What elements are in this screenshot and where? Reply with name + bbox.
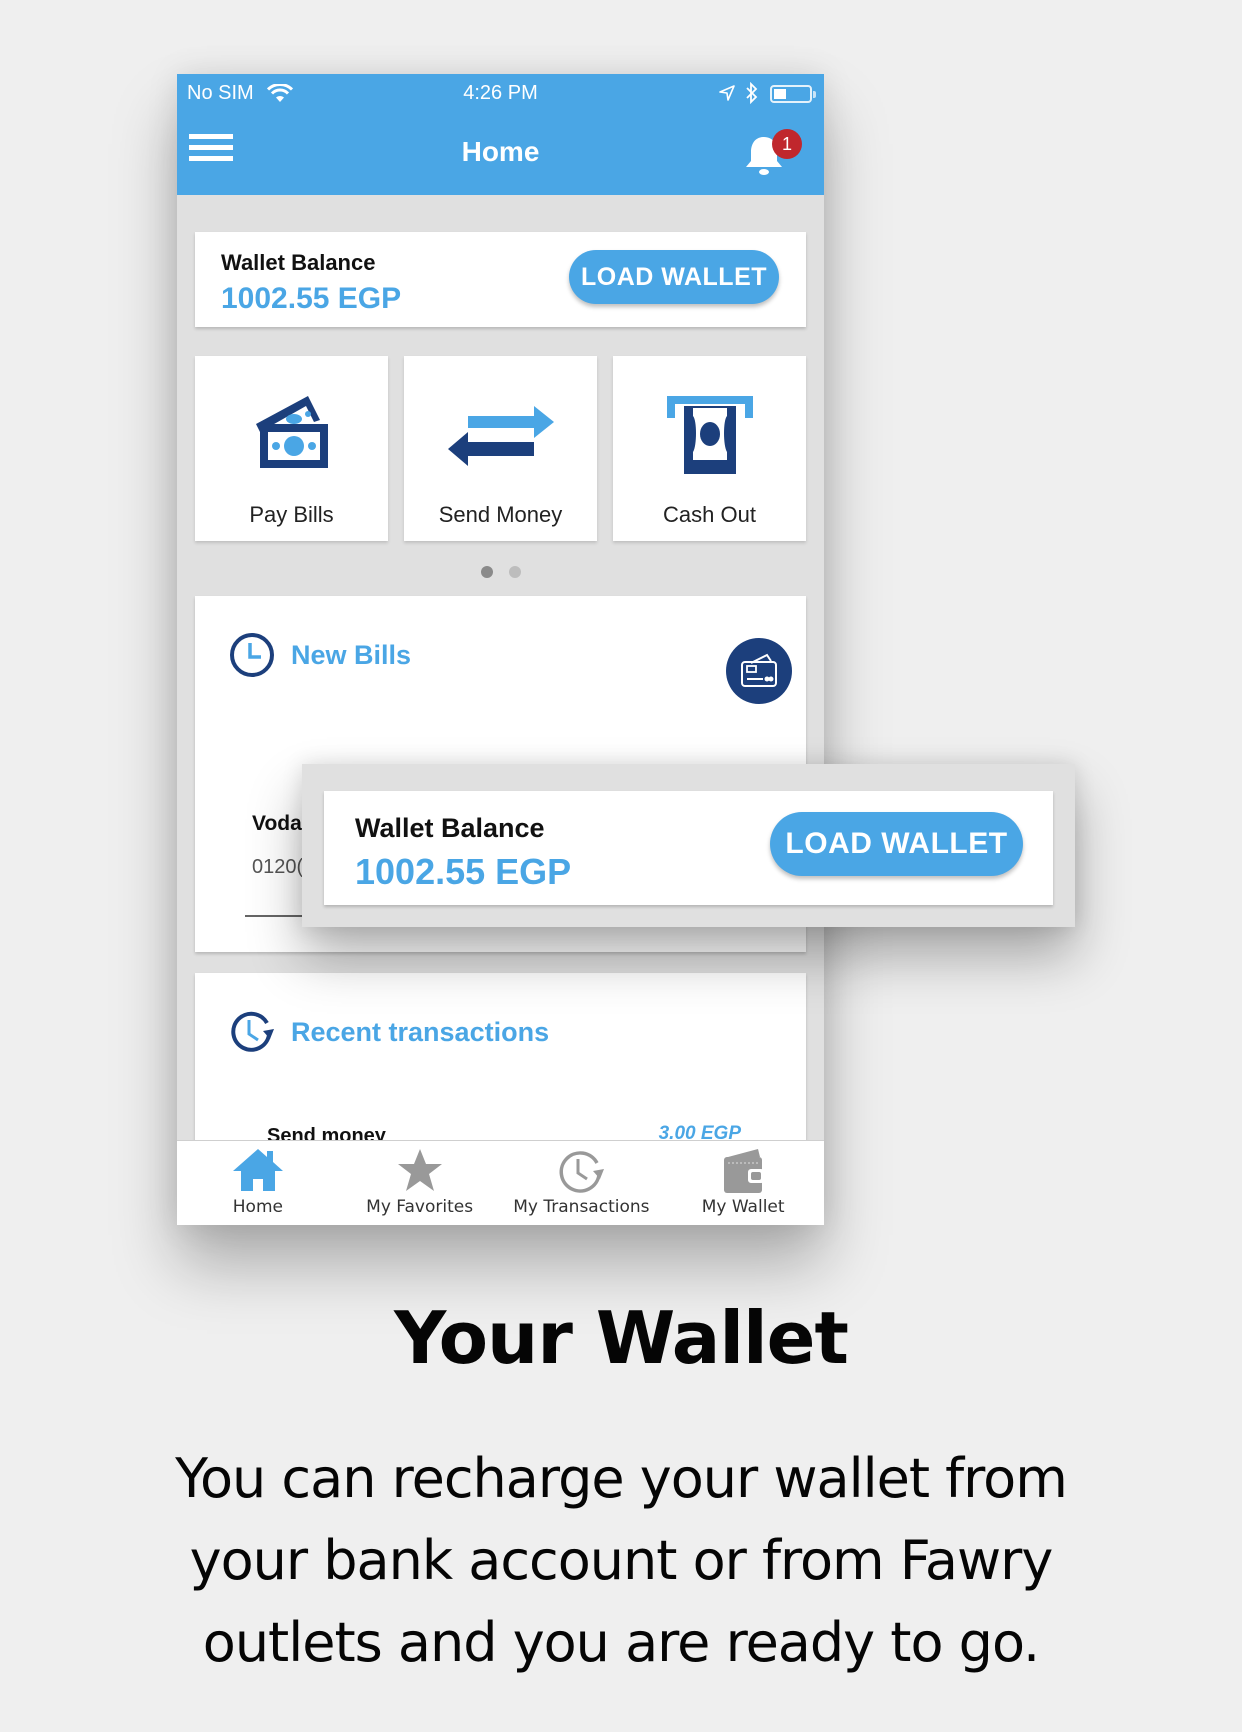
notifications-button[interactable]: 1 [742, 127, 802, 177]
credit-card-icon [741, 653, 777, 687]
recent-transactions-header: Recent transactions [229, 1009, 549, 1055]
bill-card-button[interactable] [726, 638, 792, 704]
tab-my-favorites[interactable]: My Favorites [339, 1141, 501, 1225]
bottom-tab-bar: Home My Favorites My Transactions My Wal… [177, 1140, 824, 1225]
phone-screen: No SIM 4:26 PM Home 1 Wallet Balance 100… [177, 74, 824, 1225]
notification-badge: 1 [772, 129, 802, 159]
load-wallet-button[interactable]: LOAD WALLET [569, 250, 779, 304]
page-dot-active[interactable] [480, 566, 493, 578]
promo-title: Your Wallet [394, 1296, 849, 1380]
promo-description: You can recharge your wallet from your b… [60, 1438, 1182, 1684]
history-icon [501, 1147, 663, 1197]
service-tile-pay-bills[interactable]: Pay Bills [195, 356, 388, 541]
atm-cash-icon [613, 394, 806, 478]
tab-label: My Wallet [701, 1197, 785, 1217]
page-title: Home [461, 136, 540, 167]
load-wallet-button[interactable]: LOAD WALLET [770, 812, 1023, 876]
page-indicator[interactable] [177, 566, 824, 578]
recent-transactions-title: Recent transactions [291, 1016, 550, 1047]
location-arrow-icon [718, 84, 736, 108]
tab-home[interactable]: Home [177, 1141, 339, 1225]
tab-my-transactions[interactable]: My Transactions [501, 1141, 663, 1225]
promo-line: outlets and you are ready to go. [202, 1611, 1040, 1674]
tab-my-wallet[interactable]: My Wallet [662, 1141, 824, 1225]
tab-label: Home [232, 1197, 283, 1217]
app-header: No SIM 4:26 PM Home 1 [177, 74, 824, 195]
home-icon [177, 1147, 339, 1197]
star-icon [339, 1147, 501, 1197]
service-label: Cash Out [663, 502, 756, 527]
wallet-balance-zoom-callout: Wallet Balance 1002.55 EGP LOAD WALLET [302, 764, 1075, 927]
status-bar: No SIM 4:26 PM [177, 81, 824, 108]
history-clock-icon [231, 1011, 274, 1052]
wallet-balance-card: Wallet Balance 1002.55 EGP LOAD WALLET [195, 232, 806, 327]
battery-icon [770, 85, 816, 103]
tab-label: My Transactions [513, 1197, 650, 1217]
service-label: Pay Bills [249, 502, 334, 527]
promo-line: your bank account or from Fawry [189, 1529, 1054, 1592]
money-bills-icon [195, 394, 388, 478]
wallet-balance-card-enlarged: Wallet Balance 1002.55 EGP LOAD WALLET [324, 791, 1053, 905]
wallet-balance-label: Wallet Balance [221, 250, 376, 275]
promo-line: You can recharge your wallet from [175, 1447, 1068, 1510]
transfer-arrows-icon [404, 394, 597, 478]
nav-bar: Home 1 [177, 114, 824, 189]
service-tile-cash-out[interactable]: Cash Out [613, 356, 806, 541]
wallet-balance-label: Wallet Balance [355, 813, 545, 843]
new-bills-header: New Bills [229, 632, 411, 678]
clock-icon [230, 633, 274, 677]
wallet-balance-amount: 1002.55 EGP [221, 282, 402, 315]
page-dot[interactable] [508, 566, 521, 578]
wallet-icon [662, 1147, 824, 1197]
bluetooth-icon [745, 81, 759, 110]
new-bills-title: New Bills [291, 639, 412, 670]
wallet-balance-amount: 1002.55 EGP [355, 851, 572, 892]
tab-label: My Favorites [366, 1197, 474, 1217]
service-label: Send Money [438, 502, 563, 527]
bill-number: 0120( [252, 856, 304, 878]
service-tile-send-money[interactable]: Send Money [404, 356, 597, 541]
